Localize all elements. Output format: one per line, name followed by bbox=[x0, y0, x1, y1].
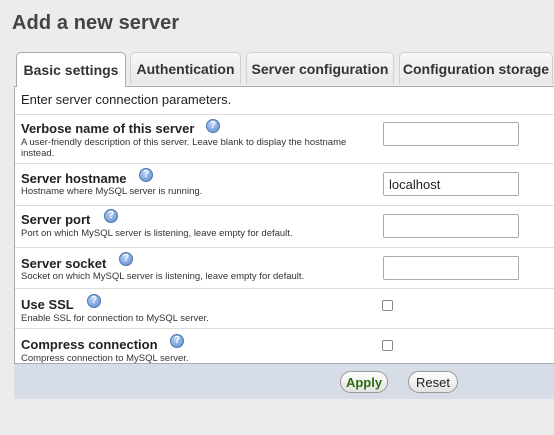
form-footer: Apply Reset bbox=[14, 363, 554, 399]
tab-configuration-storage[interactable]: Configuration storage bbox=[399, 52, 553, 84]
help-icon[interactable]: ? bbox=[170, 334, 184, 348]
settings-panel: Enter server connection parameters. Verb… bbox=[14, 86, 554, 399]
server-hostname-input[interactable] bbox=[383, 172, 519, 196]
field-label: Compress connection bbox=[21, 337, 158, 352]
server-socket-input[interactable] bbox=[383, 256, 519, 280]
field-row-verbose-name: Verbose name of this server ? A user-fri… bbox=[15, 114, 554, 163]
field-description: Port on which MySQL server is listening,… bbox=[21, 228, 293, 239]
help-icon[interactable]: ? bbox=[139, 168, 153, 182]
field-description: Hostname where MySQL server is running. bbox=[21, 186, 203, 197]
field-label: Use SSL bbox=[21, 297, 74, 312]
field-label: Server hostname bbox=[21, 171, 127, 186]
field-row-server-hostname: Server hostname ? Hostname where MySQL s… bbox=[15, 163, 554, 205]
field-description: Socket on which MySQL server is listenin… bbox=[21, 271, 305, 282]
compress-connection-checkbox[interactable] bbox=[382, 340, 393, 351]
page-title: Add a new server bbox=[12, 12, 180, 34]
field-label: Verbose name of this server bbox=[21, 121, 195, 136]
field-row-compress-connection: Compress connection ? Compress connectio… bbox=[15, 328, 554, 368]
field-label: Server socket bbox=[21, 256, 107, 271]
field-description: A user-friendly description of this serv… bbox=[21, 137, 347, 159]
apply-button[interactable]: Apply bbox=[340, 371, 388, 393]
field-row-server-socket: Server socket ? Socket on which MySQL se… bbox=[15, 247, 554, 288]
help-icon[interactable]: ? bbox=[104, 209, 118, 223]
help-icon[interactable]: ? bbox=[206, 119, 220, 133]
field-description: Enable SSL for connection to MySQL serve… bbox=[21, 313, 209, 324]
tab-server-configuration[interactable]: Server configuration bbox=[246, 52, 394, 84]
help-icon[interactable]: ? bbox=[119, 252, 133, 266]
field-row-server-port: Server port ? Port on which MySQL server… bbox=[15, 205, 554, 247]
help-icon[interactable]: ? bbox=[87, 294, 101, 308]
field-row-use-ssl: Use SSL ? Enable SSL for connection to M… bbox=[15, 288, 554, 328]
intro-text: Enter server connection parameters. bbox=[21, 92, 232, 107]
verbose-name-input[interactable] bbox=[383, 122, 519, 146]
reset-button[interactable]: Reset bbox=[408, 371, 458, 393]
use-ssl-checkbox[interactable] bbox=[382, 300, 393, 311]
tab-basic-settings[interactable]: Basic settings bbox=[16, 52, 126, 87]
tab-authentication[interactable]: Authentication bbox=[130, 52, 241, 84]
field-label: Server port bbox=[21, 212, 91, 227]
server-port-input[interactable] bbox=[383, 214, 519, 238]
